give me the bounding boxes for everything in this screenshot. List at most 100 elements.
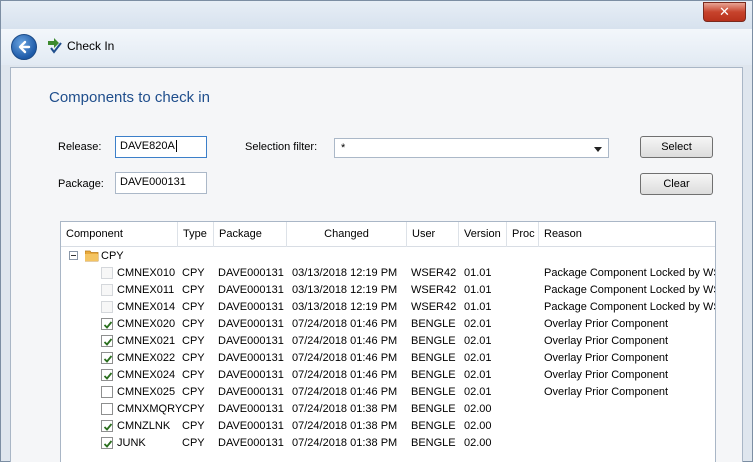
cell-component: CMNXMQRY (117, 403, 183, 415)
cell-changed: 07/24/2018 01:46 PM (292, 386, 398, 398)
cell-version: 02.01 (464, 352, 492, 364)
cell-user: BENGLE (411, 369, 456, 381)
cell-version: 02.01 (464, 386, 492, 398)
table-row[interactable]: CMNEX021 CPY DAVE000131 07/24/2018 01:46 PM… (61, 333, 715, 350)
cell-component: CMNEX022 (117, 352, 176, 364)
cell-type: CPY (182, 301, 205, 313)
cell-type: CPY (182, 437, 205, 449)
cell-changed: 07/24/2018 01:38 PM (292, 437, 398, 449)
cell-version: 02.01 (464, 318, 492, 330)
cell-component: JUNK (117, 437, 146, 449)
cell-version: 02.00 (464, 420, 492, 432)
release-value: DAVE820A (120, 140, 175, 152)
selection-filter-value: * (341, 142, 346, 154)
cell-changed: 07/24/2018 01:38 PM (292, 420, 398, 432)
toolbar-title: Check In (67, 39, 115, 53)
close-icon[interactable]: ✕ (703, 2, 746, 22)
cell-type: CPY (182, 386, 205, 398)
cell-changed: 07/24/2018 01:46 PM (292, 318, 398, 330)
components-grid[interactable]: Component Type Package Changed User Vers… (60, 221, 716, 462)
table-row[interactable]: CMNZLNK CPY DAVE000131 07/24/2018 01:38 PM B… (61, 418, 715, 435)
row-checkbox (101, 267, 113, 279)
cell-user: WSER42 (411, 267, 457, 279)
back-button[interactable] (11, 34, 37, 60)
cell-reason: Overlay Prior Component (544, 386, 669, 398)
table-row[interactable]: CMNEX020 CPY DAVE000131 07/24/2018 01:46 PM… (61, 316, 715, 333)
cell-package: DAVE000131 (218, 284, 284, 296)
collapse-icon[interactable] (69, 251, 78, 260)
row-checkbox[interactable] (101, 369, 113, 381)
table-row[interactable]: JUNK CPY DAVE000131 07/24/2018 01:38 PM BENG… (61, 435, 715, 452)
column-header-version[interactable]: Version (459, 222, 507, 247)
column-header-user[interactable]: User (407, 222, 459, 247)
row-checkbox[interactable] (101, 352, 113, 364)
chevron-down-icon (594, 147, 602, 152)
cell-reason: Overlay Prior Component (544, 352, 669, 364)
cell-reason: Package Component Locked by WS (544, 284, 715, 296)
cell-changed: 07/24/2018 01:38 PM (292, 403, 398, 415)
table-row[interactable]: CMNEX011 CPY DAVE000131 03/13/2018 12:19 PM… (61, 282, 715, 299)
cell-component: CMNEX024 (117, 369, 176, 381)
cell-reason: Overlay Prior Component (544, 318, 669, 330)
cell-type: CPY (182, 284, 205, 296)
cell-component: CMNEX025 (117, 386, 176, 398)
cell-package: DAVE000131 (218, 318, 284, 330)
column-header-proc[interactable]: Proc (507, 222, 539, 247)
table-row[interactable]: CMNEX025 CPY DAVE000131 07/24/2018 01:46 PM… (61, 384, 715, 401)
cell-changed: 07/24/2018 01:46 PM (292, 335, 398, 347)
cell-user: WSER42 (411, 284, 457, 296)
table-row[interactable]: CMNEX024 CPY DAVE000131 07/24/2018 01:46 PM… (61, 367, 715, 384)
cell-type: CPY (182, 352, 205, 364)
title-bar[interactable]: ✕ (1, 1, 752, 29)
column-header-type[interactable]: Type (178, 222, 214, 247)
check-in-window: ✕ Check In Components to check in Releas… (0, 0, 753, 462)
cell-package: DAVE000131 (218, 352, 284, 364)
column-header-reason[interactable]: Reason (539, 222, 715, 247)
cell-reason: Package Component Locked by WS (544, 301, 715, 313)
table-row[interactable]: CMNEX014 CPY DAVE000131 03/13/2018 12:19 PM… (61, 299, 715, 316)
row-checkbox[interactable] (101, 335, 113, 347)
clear-button[interactable]: Clear (640, 173, 713, 195)
cell-type: CPY (182, 369, 205, 381)
cell-changed: 07/24/2018 01:46 PM (292, 369, 398, 381)
cell-user: BENGLE (411, 420, 456, 432)
selection-filter-dropdown[interactable]: * (334, 138, 609, 158)
cell-user: BENGLE (411, 318, 456, 330)
release-field[interactable]: DAVE820A (115, 136, 207, 158)
cell-user: BENGLE (411, 335, 456, 347)
cell-changed: 03/13/2018 12:19 PM (292, 284, 398, 296)
cell-version: 01.01 (464, 284, 492, 296)
cell-package: DAVE000131 (218, 335, 284, 347)
checkmark-icon (103, 372, 113, 380)
select-button[interactable]: Select (640, 136, 713, 158)
row-checkbox[interactable] (101, 403, 113, 415)
back-arrow-icon (18, 40, 31, 54)
row-checkbox[interactable] (101, 437, 113, 449)
row-checkbox[interactable] (101, 318, 113, 330)
cell-reason: Overlay Prior Component (544, 369, 669, 381)
checkmark-icon (103, 321, 113, 329)
checkmark-icon (103, 423, 113, 431)
cell-package: DAVE000131 (218, 267, 284, 279)
cell-user: WSER42 (411, 301, 457, 313)
group-row[interactable]: CPY (61, 248, 715, 265)
cell-changed: 07/24/2018 01:46 PM (292, 352, 398, 364)
cell-user: BENGLE (411, 403, 456, 415)
checkmark-icon (103, 355, 113, 363)
table-row[interactable]: CMNEX010 CPY DAVE000131 03/13/2018 12:19 PM… (61, 265, 715, 282)
cell-component: CMNEX014 (117, 301, 176, 313)
table-row[interactable]: CMNXMQRY CPY DAVE000131 07/24/2018 01:38 PM… (61, 401, 715, 418)
cell-type: CPY (182, 420, 205, 432)
row-checkbox[interactable] (101, 420, 113, 432)
column-header-changed[interactable]: Changed (287, 222, 407, 247)
cell-component: CMNEX021 (117, 335, 176, 347)
text-caret (175, 140, 177, 153)
cell-package: DAVE000131 (218, 369, 284, 381)
package-field[interactable]: DAVE000131 (115, 172, 207, 194)
table-row[interactable]: CMNEX022 CPY DAVE000131 07/24/2018 01:46 PM… (61, 350, 715, 367)
cell-type: CPY (182, 267, 205, 279)
row-checkbox (101, 284, 113, 296)
row-checkbox[interactable] (101, 386, 113, 398)
column-header-package[interactable]: Package (214, 222, 287, 247)
column-header-component[interactable]: Component (61, 222, 178, 247)
